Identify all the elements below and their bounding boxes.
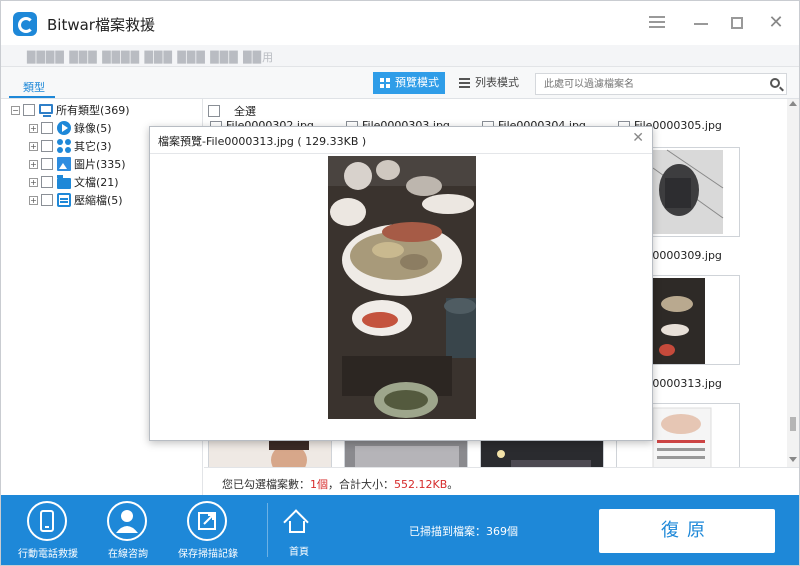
- preview-dialog: 檔案預覽-File0000313.jpg ( 129.33KB ) ✕: [149, 126, 653, 441]
- home-label: 首頁: [289, 547, 309, 558]
- list-mode-button[interactable]: 列表模式: [457, 72, 527, 94]
- mobile-recovery-label: 行動電話救援: [18, 549, 78, 560]
- tree-item-video[interactable]: + 錄像(5): [29, 119, 112, 137]
- computer-icon: [39, 104, 53, 117]
- preview-image: [328, 156, 476, 419]
- preview-dialog-title: 檔案預覽-File0000313.jpg ( 129.33KB ): [158, 135, 367, 148]
- list-icon: [459, 78, 470, 88]
- checkbox[interactable]: [41, 158, 53, 170]
- checkbox[interactable]: [41, 122, 53, 134]
- save-scan-label: 保存掃描記錄: [178, 549, 238, 560]
- tree-item-label: 圖片(335): [74, 158, 126, 171]
- toolbar: 類型 預覽模式 列表模式: [1, 67, 799, 99]
- maximize-icon[interactable]: [727, 13, 747, 33]
- status-prefix: 您已勾選檔案數：: [222, 478, 310, 491]
- thumbnail-image: [209, 440, 331, 467]
- search-input[interactable]: [536, 74, 756, 94]
- select-all-checkbox[interactable]: [208, 105, 220, 117]
- checkbox[interactable]: [41, 176, 53, 188]
- list-mode-label: 列表模式: [475, 76, 519, 89]
- expand-icon[interactable]: +: [29, 123, 38, 133]
- dialog-close-icon[interactable]: ✕: [632, 130, 644, 146]
- preview-photo: [328, 156, 476, 419]
- checkbox[interactable]: [41, 194, 53, 206]
- expand-icon[interactable]: +: [29, 141, 38, 151]
- recover-button[interactable]: 復原: [599, 509, 775, 553]
- home-button[interactable]: 首頁: [273, 495, 325, 565]
- search-icon[interactable]: [770, 78, 780, 88]
- phone-icon: [27, 501, 67, 541]
- tree-root[interactable]: − 所有類型(369): [11, 101, 130, 119]
- other-icon: [57, 139, 71, 153]
- selected-size: 552.12KB: [394, 478, 448, 491]
- divider: [267, 503, 268, 557]
- tree-item-label: 壓縮檔(5): [74, 194, 123, 207]
- status-middle: ，合計大小：: [328, 478, 394, 491]
- tree-item-label: 文檔(21): [74, 176, 119, 189]
- scroll-thumb[interactable]: [790, 417, 796, 431]
- scroll-up-icon[interactable]: [789, 101, 797, 106]
- tab-type-underline: [9, 96, 55, 98]
- preview-mode-button[interactable]: 預覽模式: [373, 72, 445, 94]
- app-title: Bitwar檔案救援: [47, 16, 155, 34]
- tree-item-other[interactable]: + 其它(3): [29, 137, 112, 155]
- grid-icon: [380, 78, 390, 88]
- thumbnail-image: [481, 440, 603, 467]
- menu-icon[interactable]: [647, 13, 667, 33]
- selected-count: 1個: [310, 478, 328, 491]
- archive-icon: [57, 193, 71, 207]
- export-icon: [187, 501, 227, 541]
- path-text: ████ ███ ████ ███ ███ ███ ██用: [27, 51, 275, 64]
- save-scan-button[interactable]: 保存掃描記錄: [167, 495, 249, 565]
- tree-item-label: 錄像(5): [74, 122, 112, 135]
- collapse-icon[interactable]: −: [11, 105, 20, 115]
- thumbnail[interactable]: [208, 439, 332, 467]
- selection-status: 您已勾選檔案數：1個，合計大小：552.12KB。: [204, 467, 799, 495]
- tab-type[interactable]: 類型: [23, 79, 45, 95]
- online-consult-button[interactable]: 在線咨詢: [87, 495, 169, 565]
- thumbnail-image: [345, 440, 467, 467]
- app-logo-icon: [13, 12, 37, 36]
- path-bar: ████ ███ ████ ███ ███ ███ ██用: [1, 45, 799, 67]
- tree-item-label: 其它(3): [74, 140, 112, 153]
- bottom-bar: 行動電話救援 在線咨詢 保存掃描記錄 首頁 已掃描到檔案：369個 復原: [1, 495, 799, 565]
- mobile-recovery-button[interactable]: 行動電話救援: [7, 495, 89, 565]
- checkbox[interactable]: [41, 140, 53, 152]
- dialog-divider: [150, 153, 652, 154]
- home-icon-body: [289, 521, 305, 533]
- preview-mode-label: 預覽模式: [395, 76, 439, 89]
- tree-item-pictures[interactable]: + 圖片(335): [29, 155, 126, 173]
- search-box: [535, 73, 787, 95]
- user-icon: [107, 501, 147, 541]
- picture-icon: [57, 157, 71, 171]
- expand-icon[interactable]: +: [29, 177, 38, 187]
- online-consult-label: 在線咨詢: [108, 549, 148, 560]
- title-bar: Bitwar檔案救援 ✕: [1, 1, 799, 45]
- folder-icon: [57, 174, 71, 189]
- video-icon: [57, 121, 71, 135]
- thumbnail[interactable]: [344, 439, 468, 467]
- tree-root-label: 所有類型(369): [56, 104, 130, 117]
- expand-icon[interactable]: +: [29, 195, 38, 205]
- scroll-down-icon[interactable]: [789, 457, 797, 462]
- minimize-icon[interactable]: [691, 13, 711, 33]
- tree-item-documents[interactable]: + 文檔(21): [29, 173, 119, 191]
- scan-result-text: 已掃描到檔案：369個: [409, 525, 518, 538]
- expand-icon[interactable]: +: [29, 159, 38, 169]
- vertical-scrollbar[interactable]: [787, 99, 799, 467]
- tree-item-archives[interactable]: + 壓縮檔(5): [29, 191, 123, 209]
- status-suffix: 。: [447, 478, 459, 491]
- close-icon[interactable]: ✕: [766, 13, 786, 33]
- thumbnail[interactable]: [480, 439, 604, 467]
- select-all-label: 全選: [234, 105, 256, 118]
- checkbox[interactable]: [23, 104, 35, 116]
- app-window: Bitwar檔案救援 ✕ ████ ███ ████ ███ ███ ███ █…: [0, 0, 800, 566]
- selection-status-text: 您已勾選檔案數：1個，合計大小：552.12KB。: [222, 476, 458, 492]
